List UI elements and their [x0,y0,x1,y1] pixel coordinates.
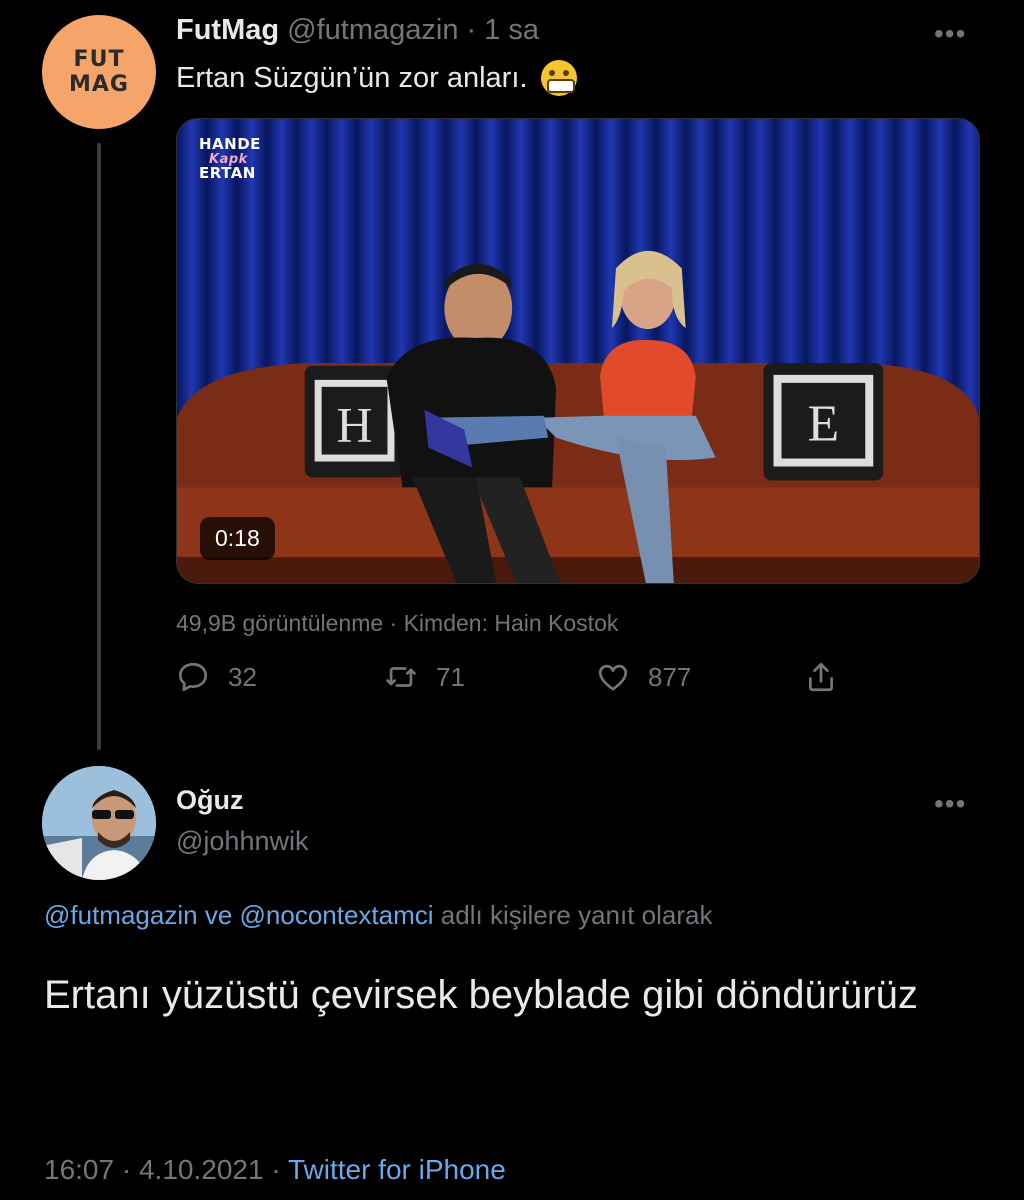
retweet-count: 71 [436,661,465,692]
tweet-text: Ertan Süzgün’ün zor anları. [176,60,578,96]
reply-author-name[interactable]: Oğuz [176,785,244,816]
pillow-left-letter: H [337,398,373,453]
reply-context: @futmagazin ve @nocontextamci adlı kişil… [44,900,712,931]
meta-separator-1: · [121,1154,132,1185]
thread-connector-line [97,143,101,750]
mention-connector: ve [204,900,233,930]
tweet-text-body: Ertan Süzgün’ün zor anları. [176,61,528,94]
tweet-action-bar: 32 71 877 [176,660,856,708]
like-button[interactable]: 877 [596,660,691,694]
video-player[interactable]: H E HANDE Kapk ERTAN 0:18 [176,118,980,584]
retweet-icon [386,667,416,687]
heart-icon [598,664,628,691]
reply-button[interactable]: 32 [176,660,257,694]
share-icon [809,662,833,692]
share-button[interactable] [804,660,838,694]
reply-text: Ertanı yüzüstü çevirsek beyblade gibi dö… [44,973,918,1017]
video-duration-badge: 0:18 [200,517,275,560]
show-logo-bottom: ERTAN [199,164,256,183]
avatar-text-line2: MAG [69,72,129,97]
woman-top [599,339,696,418]
reply-context-suffix: adlı kişilere yanıt olarak [440,900,713,930]
reply-date[interactable]: 4.10.2021 [139,1154,264,1185]
more-options-icon[interactable]: ••• [934,18,966,50]
author-name[interactable]: FutMag [176,14,279,46]
futmag-avatar[interactable]: FUT MAG [42,15,156,129]
show-logo-top: HANDE [199,135,261,153]
avatar-text-line1: FUT [73,46,125,72]
grimacing-face-emoji-icon [541,60,578,96]
pillow-right-letter: E [808,396,840,453]
retweet-button[interactable]: 71 [384,660,465,694]
reply-more-options-icon[interactable]: ••• [934,788,966,820]
profile-photo [42,766,156,880]
tweet-header: FutMag @futmagazin · 1 sa [176,14,539,47]
mention-nocontextamci[interactable]: @nocontextamci [240,900,434,930]
oguz-avatar[interactable] [42,766,156,880]
reply-source-client[interactable]: Twitter for iPhone [288,1154,506,1185]
reply-time[interactable]: 16:07 [44,1154,114,1185]
reply-count: 32 [228,661,257,692]
like-count: 877 [648,661,692,692]
author-handle[interactable]: @futmagazin [287,14,458,46]
tweet-age[interactable]: 1 sa [484,14,539,46]
meta-separator-2: · [271,1154,281,1185]
reply-author-handle[interactable]: @johhnwik [176,826,308,857]
mention-futmagazin[interactable]: @futmagazin [44,900,198,930]
view-count-and-source: 49,9B görüntülenme · Kimden: Hain Kostok [176,610,619,636]
reply-bubble-icon [178,662,208,692]
reply-timestamp: 16:07 · 4.10.2021 · Twitter for iPhone [44,1154,506,1186]
show-logo: HANDE Kapk ERTAN [199,135,261,183]
video-frame-illustration: H E [177,119,979,583]
header-separator: · [466,14,477,46]
